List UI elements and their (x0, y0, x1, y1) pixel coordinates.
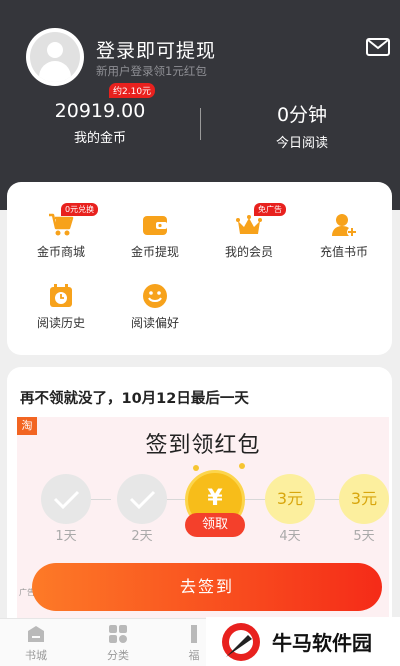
day-label: 5天 (353, 529, 375, 544)
day-2-checked (117, 474, 167, 524)
day-label: 4天 (279, 529, 301, 544)
day-4-reward: 3元 (265, 474, 315, 524)
sparkle-icon (193, 465, 199, 471)
coin-value-badge: 约2.10元 (109, 83, 156, 98)
sparkle-icon (239, 463, 245, 469)
menu-label: 充值书币 (319, 245, 368, 259)
menu-item-history[interactable]: 阅读历史 (21, 283, 101, 331)
tab-label: 书城 (25, 649, 47, 662)
menu-label: 我的会员 (224, 245, 273, 259)
menu-item-withdraw[interactable]: 金币提现 (115, 212, 195, 260)
menu-item-coin-mall[interactable]: 金币商城 (21, 212, 101, 260)
reading-label: 今日阅读 (275, 136, 328, 151)
bookshelf-icon (28, 626, 44, 642)
checkmark-icon (53, 490, 80, 510)
login-subtitle: 新用户登录领1元红包 (96, 64, 207, 78)
user-avatar-icon[interactable] (26, 28, 84, 86)
menu-label: 阅读历史 (36, 316, 85, 330)
day-connector (315, 499, 339, 500)
watermark-text: 牛马软件园 (272, 631, 372, 655)
stats-divider (200, 108, 201, 140)
day-label: 2天 (131, 529, 153, 544)
grid-icon (109, 625, 127, 643)
calendar-clock-icon (50, 284, 72, 307)
claim-button[interactable]: 领取 (185, 513, 245, 537)
mail-icon[interactable] (366, 38, 390, 56)
coins-value: 20919.00 (54, 100, 146, 122)
signin-heading: 签到领红包 (145, 433, 261, 458)
today-reading-stat[interactable]: 0分钟 今日阅读 (232, 100, 372, 151)
yuan-symbol: ¥ (207, 486, 223, 511)
menu-badge-no-ads: 免广告 (254, 203, 286, 216)
day-connector (245, 499, 265, 500)
menu-item-membership[interactable]: 我的会员 (209, 212, 289, 260)
menu-label: 金币提现 (130, 245, 179, 259)
wallet-icon (143, 216, 167, 235)
day-label: 1天 (55, 529, 77, 544)
menu-item-recharge[interactable]: 充值书币 (304, 212, 384, 260)
promo-title: 再不领就没了，10月12日最后一天 (20, 391, 249, 407)
day-1-checked (41, 474, 91, 524)
site-watermark: 牛马软件园 (206, 617, 400, 666)
tab-label: 分类 (107, 649, 129, 662)
menu-item-preference[interactable]: 阅读偏好 (115, 283, 195, 331)
smile-icon (143, 284, 167, 308)
day-connector (167, 499, 185, 500)
day-connector (91, 499, 111, 500)
menu-label: 阅读偏好 (130, 316, 179, 330)
watermark-logo-icon (222, 623, 260, 661)
reading-value: 0分钟 (276, 104, 328, 126)
coins-label: 我的金币 (73, 131, 126, 146)
checkmark-icon (129, 490, 156, 510)
signin-promo-card: 再不领就没了，10月12日最后一天 淘 签到领红包 1天 2天 ¥ 领取 3元 (7, 367, 392, 657)
gift-icon (191, 625, 197, 643)
login-title[interactable]: 登录即可提现 (96, 36, 216, 63)
feature-menu-card: 金币商城 0元兑换 金币提现 我的会员 免广告 充值书币 阅读历史 阅读偏好 (7, 182, 392, 355)
day-5-reward: 3元 (339, 474, 389, 524)
add-user-icon (332, 214, 357, 237)
tab-bookstore[interactable]: 书城 (6, 623, 66, 663)
my-coins-stat[interactable]: 20919.00 我的金币 (30, 100, 170, 146)
signin-button[interactable]: 去签到 (32, 563, 382, 611)
status-bar (0, 0, 400, 14)
tab-category[interactable]: 分类 (88, 623, 148, 663)
menu-badge-exchange: 0元兑换 (61, 203, 99, 216)
menu-label: 金币商城 (36, 245, 85, 259)
